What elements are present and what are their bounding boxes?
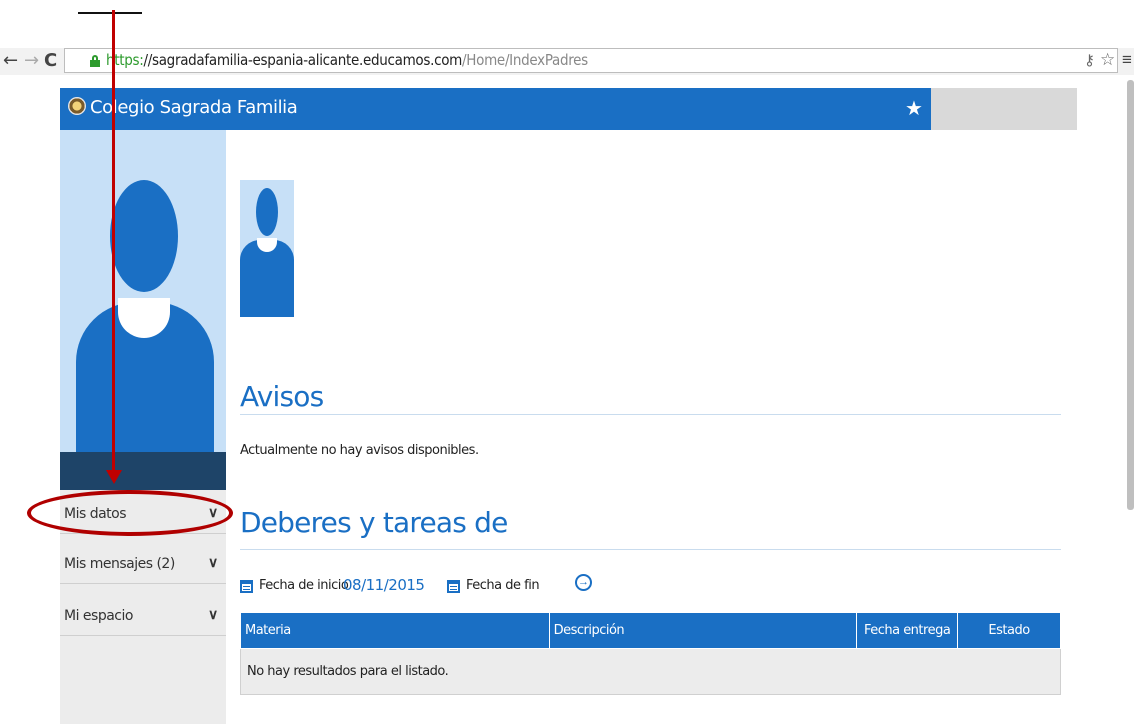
sidebar-item-label: Mis mensajes (2): [64, 556, 175, 572]
calendar-icon[interactable]: [447, 580, 460, 593]
avisos-heading: Avisos: [240, 380, 324, 413]
end-date-label: Fecha de fin: [466, 578, 540, 593]
divider: [240, 549, 1061, 550]
deberes-heading: Deberes y tareas de: [240, 506, 508, 539]
url-host: //sagradafamilia-espania-alicante.educam…: [143, 51, 463, 69]
lock-icon: [90, 55, 100, 67]
sidebar-item-mis-mensajes[interactable]: Mis mensajes (2) ∨: [60, 546, 226, 584]
calendar-icon[interactable]: [240, 580, 253, 593]
site-title[interactable]: Colegio Sagrada Familia: [90, 97, 298, 118]
avisos-message: Actualmente no hay avisos disponibles.: [240, 443, 479, 458]
student-avatar[interactable]: [240, 180, 294, 317]
reload-icon[interactable]: C: [44, 50, 57, 71]
url-path: /Home/IndexPadres: [462, 51, 588, 69]
forward-icon[interactable]: →: [24, 50, 39, 71]
profile-photo: [60, 130, 226, 490]
bookmark-star-icon[interactable]: ☆: [1100, 50, 1115, 70]
chevron-down-icon: ∨: [208, 554, 219, 570]
table-row: No hay resultados para el listado.: [240, 648, 1061, 695]
start-date-label: Fecha de inicio: [259, 578, 349, 593]
column-header-estado[interactable]: Estado: [957, 612, 1061, 649]
empty-results-message: No hay resultados para el listado.: [240, 648, 1061, 695]
annotation-arrow: [112, 10, 115, 475]
back-icon[interactable]: ←: [3, 50, 18, 71]
annotation-arrow-head: [106, 470, 122, 484]
annotation-ellipse: [27, 490, 233, 536]
divider: [240, 414, 1061, 415]
column-header-descripcion[interactable]: Descripción: [548, 612, 858, 649]
page-scrollbar[interactable]: [1127, 80, 1134, 510]
chevron-down-icon: ∨: [208, 606, 219, 622]
menu-icon[interactable]: ≡: [1122, 50, 1132, 70]
table-header-row: Materia Descripción Fecha entrega Estado: [240, 612, 1061, 649]
arrow-right-circle-icon[interactable]: →: [575, 574, 592, 591]
key-icon[interactable]: ⚷: [1084, 51, 1095, 69]
results-table: Materia Descripción Fecha entrega Estado…: [240, 612, 1061, 695]
sidebar-item-mi-espacio[interactable]: Mi espacio ∨: [60, 598, 226, 636]
header-right-panel: [931, 88, 1077, 130]
url-text[interactable]: https://sagradafamilia-espania-alicante.…: [106, 51, 588, 69]
column-header-fecha-entrega[interactable]: Fecha entrega: [856, 612, 959, 649]
annotation-underline: [78, 12, 142, 14]
favorite-star-icon[interactable]: ★: [905, 96, 923, 121]
start-date-value[interactable]: 08/11/2015: [343, 576, 425, 594]
school-logo-icon[interactable]: [68, 97, 86, 115]
sidebar-item-label: Mi espacio: [64, 608, 133, 624]
column-header-materia[interactable]: Materia: [240, 612, 550, 649]
